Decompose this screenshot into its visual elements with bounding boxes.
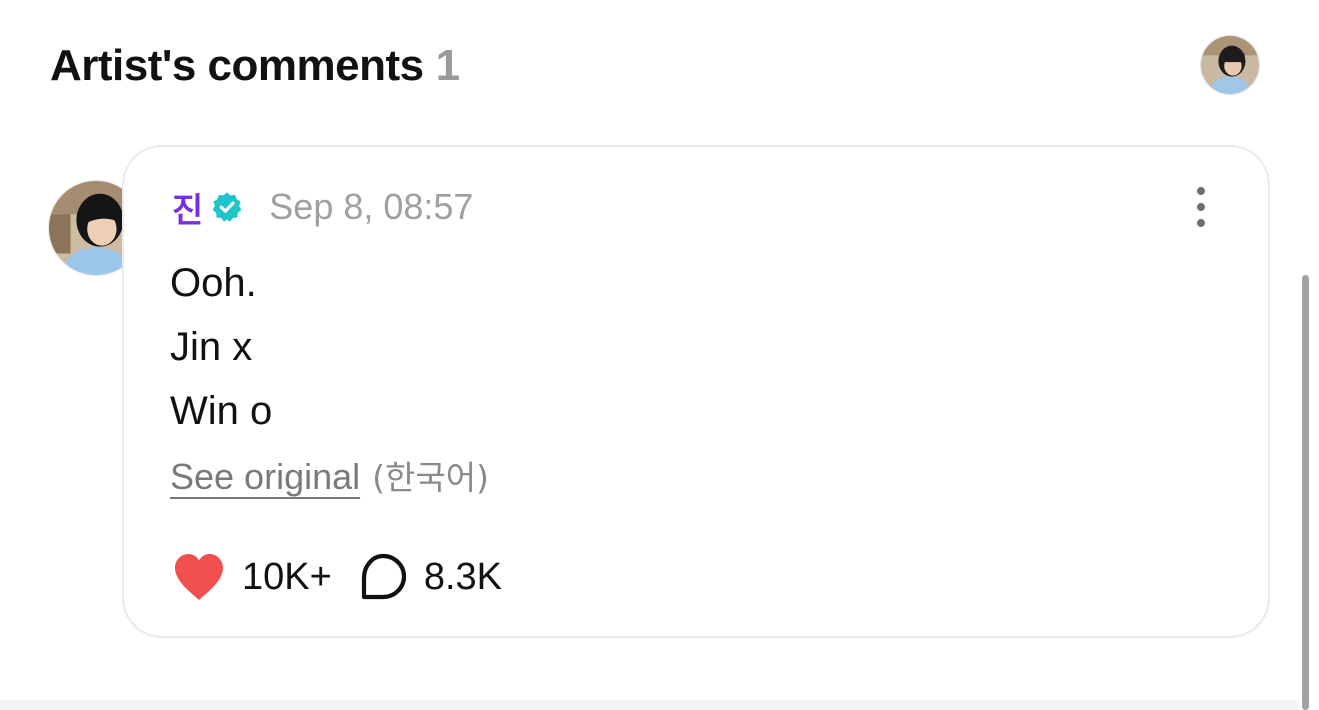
speech-bubble-icon (361, 553, 406, 600)
avatar-image (1201, 36, 1259, 94)
comment-line: Win o (170, 389, 273, 433)
comment-line: Jin x (170, 325, 253, 369)
more-dot (1197, 219, 1205, 227)
comment-timestamp: Sep 8, 08:57 (269, 186, 474, 227)
comment-actions: 10K+ 8.3K (172, 549, 502, 605)
author-name[interactable]: 진 (172, 183, 203, 232)
more-dot (1197, 203, 1205, 211)
reply-button[interactable]: 8.3K (358, 552, 502, 602)
more-dot (1197, 187, 1205, 195)
original-language: (한국어) (372, 458, 489, 497)
comment-body: Ooh. Jin x Win o (170, 251, 272, 443)
bottom-divider (0, 700, 1300, 710)
translation-row: See original (한국어) (170, 451, 489, 499)
artist-comments-page: Artist's comments 1 진 Sep 8, 08:57 Ooh. … (0, 0, 1319, 710)
comment-line: Ooh. (170, 261, 257, 305)
scrollbar-thumb[interactable] (1302, 275, 1309, 710)
reply-count: 8.3K (423, 555, 502, 598)
scrollbar[interactable] (1300, 275, 1310, 710)
heart-icon (175, 554, 223, 600)
current-user-avatar[interactable] (1200, 35, 1260, 95)
section-title: Artist's comments (50, 41, 424, 90)
comment-card: 진 Sep 8, 08:57 Ooh. Jin x Win o See orig… (122, 145, 1270, 638)
comment-count: 1 (435, 41, 461, 90)
more-options-icon[interactable] (1186, 185, 1216, 229)
section-header: Artist's comments 1 (50, 38, 460, 94)
like-button[interactable]: 10K+ (172, 552, 332, 602)
like-count: 10K+ (242, 555, 332, 598)
see-original-link[interactable]: See original (170, 456, 360, 498)
comment-meta: 진 Sep 8, 08:57 (172, 183, 474, 232)
verified-badge-icon (212, 192, 242, 222)
